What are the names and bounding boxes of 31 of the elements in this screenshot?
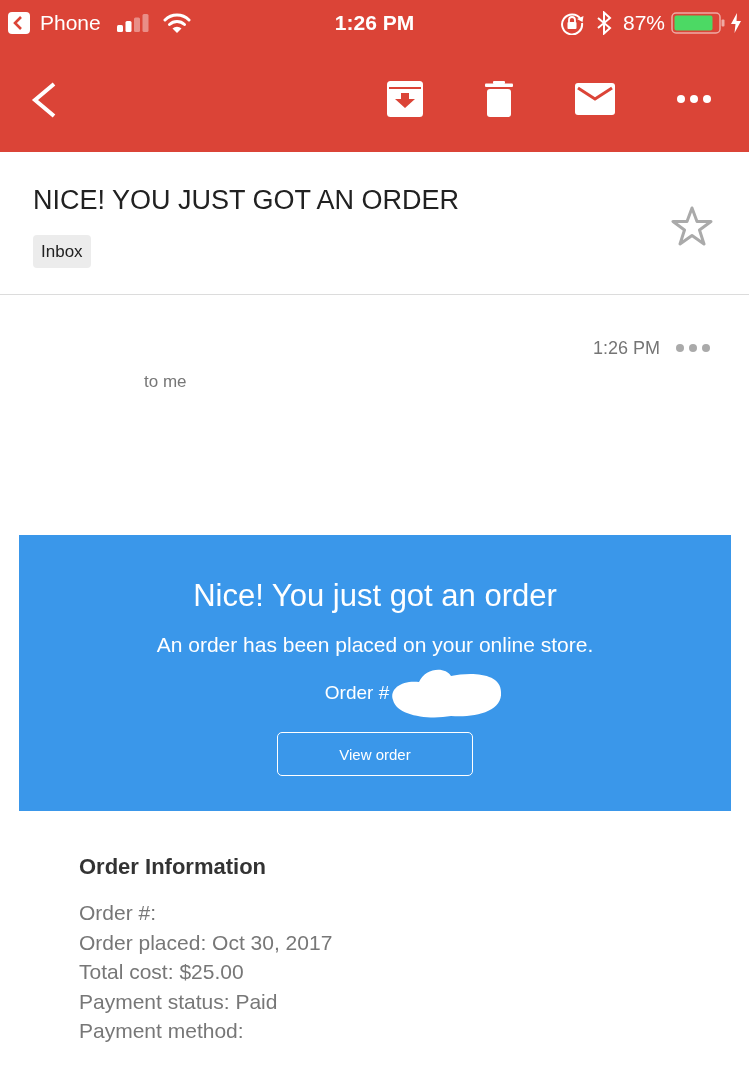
order-info-line: Order #: bbox=[79, 900, 157, 926]
battery-percent: 87% bbox=[622, 9, 665, 36]
order-info-line: Order placed: Oct 30, 2017 bbox=[79, 929, 333, 956]
order-info-title: Order Information bbox=[79, 853, 266, 880]
order-info-line: Payment status: Paid bbox=[79, 988, 278, 1015]
charging-bolt-icon bbox=[731, 12, 741, 33]
signal-icon bbox=[116, 13, 149, 32]
back-icon[interactable] bbox=[31, 81, 57, 118]
back-to-app-button[interactable]: Phone bbox=[8, 9, 101, 36]
order-info-line: Payment method: bbox=[79, 1018, 244, 1044]
sent-time: 1:26 PM bbox=[592, 337, 660, 359]
order-number-text: Order # bbox=[324, 681, 390, 705]
mail-icon[interactable] bbox=[575, 82, 615, 115]
battery-icon bbox=[671, 11, 725, 34]
wifi-icon bbox=[162, 12, 191, 33]
email-subject: NICE! YOU JUST GOT AN ORDER bbox=[33, 184, 460, 217]
star-icon[interactable] bbox=[671, 205, 713, 246]
archive-icon[interactable] bbox=[387, 80, 423, 117]
recipient-text: to me bbox=[144, 371, 187, 393]
back-to-app-icon bbox=[8, 11, 30, 34]
inbox-label: Inbox bbox=[33, 235, 91, 268]
banner-title: Nice! You just got an order bbox=[193, 577, 557, 615]
more-icon[interactable] bbox=[677, 94, 711, 103]
message-more-icon[interactable] bbox=[676, 344, 710, 352]
view-order-button[interactable]: View order bbox=[277, 732, 473, 776]
trash-icon[interactable] bbox=[485, 80, 513, 117]
banner-subtitle: An order has been placed on your online store. bbox=[156, 632, 594, 658]
bluetooth-icon bbox=[595, 10, 612, 35]
status-time: 1:26 PM bbox=[334, 9, 415, 36]
order-info-line: Total cost: $25.00 bbox=[79, 959, 244, 985]
rotation-lock-icon bbox=[559, 10, 584, 35]
